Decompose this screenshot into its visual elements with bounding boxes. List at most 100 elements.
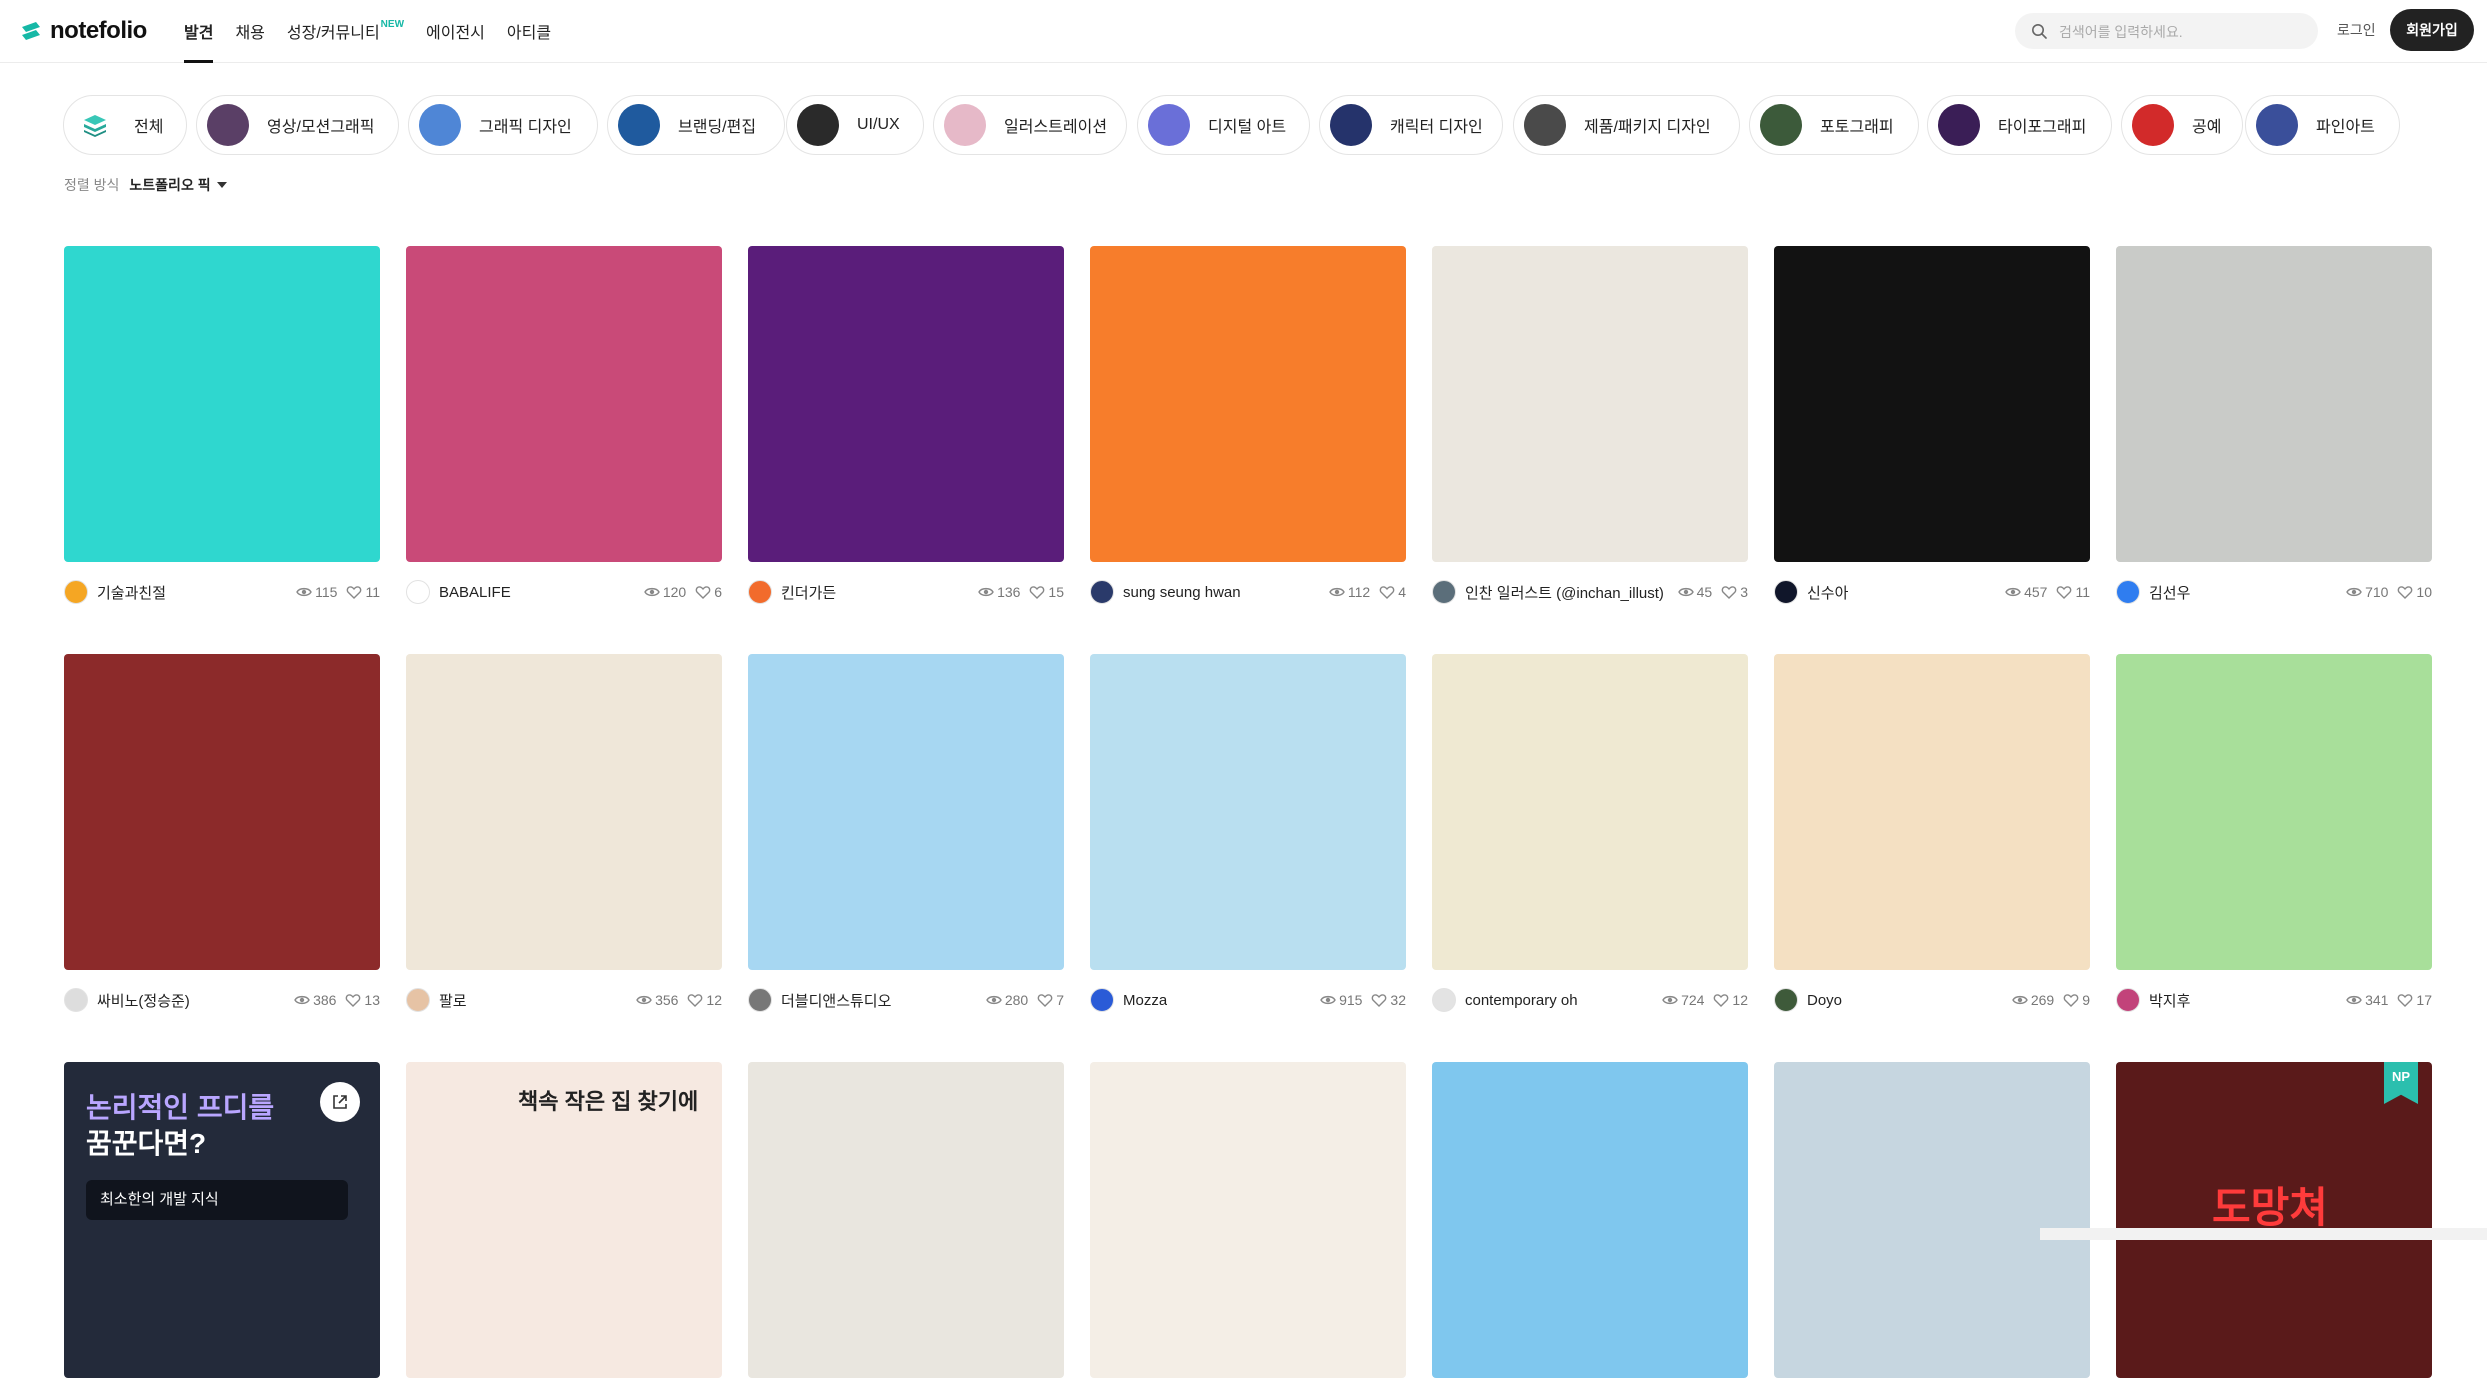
project-card[interactable]: 기술과친절 115 11: [64, 246, 380, 606]
project-thumbnail[interactable]: [2116, 654, 2432, 970]
avatar[interactable]: [1090, 988, 1114, 1012]
nav-item-agency[interactable]: 에이전시: [426, 0, 485, 62]
avatar[interactable]: [1432, 988, 1456, 1012]
category-chip[interactable]: 타이포그래피: [1927, 95, 2112, 155]
project-card[interactable]: [748, 1062, 1064, 1378]
heart-icon[interactable]: [1379, 584, 1395, 600]
category-chip[interactable]: 디지털 아트: [1137, 95, 1310, 155]
project-thumbnail[interactable]: [1090, 1062, 1406, 1378]
avatar[interactable]: [1090, 580, 1114, 604]
category-chip[interactable]: 캐릭터 디자인: [1319, 95, 1503, 155]
category-chip[interactable]: 일러스트레이션: [933, 95, 1127, 155]
category-chip-all[interactable]: 전체: [63, 95, 187, 155]
heart-icon[interactable]: [1371, 992, 1387, 1008]
project-thumbnail[interactable]: [748, 246, 1064, 562]
author-name[interactable]: 싸비노(정승준): [97, 990, 190, 1011]
heart-icon[interactable]: [2397, 584, 2413, 600]
author-name[interactable]: BABALIFE: [439, 584, 511, 601]
author-name[interactable]: 더블디앤스튜디오: [781, 990, 891, 1011]
project-card[interactable]: 싸비노(정승준) 386 13: [64, 654, 380, 1014]
project-thumbnail[interactable]: [406, 654, 722, 970]
project-card[interactable]: 책속 작은 집 찾기에: [406, 1062, 722, 1378]
project-thumbnail[interactable]: NP 도망쳐: [2116, 1062, 2432, 1378]
project-card[interactable]: 킨더가든 136 15: [748, 246, 1064, 606]
project-thumbnail[interactable]: 책속 작은 집 찾기에: [406, 1062, 722, 1378]
project-card[interactable]: sung seung hwan 112 4: [1090, 246, 1406, 606]
author-name[interactable]: contemporary oh: [1465, 992, 1578, 1009]
heart-icon[interactable]: [345, 992, 361, 1008]
project-thumbnail[interactable]: [748, 654, 1064, 970]
heart-icon[interactable]: [2397, 992, 2413, 1008]
project-card[interactable]: BABALIFE 120 6: [406, 246, 722, 606]
author-name[interactable]: 킨더가든: [781, 582, 836, 603]
nav-item-discover[interactable]: 발견: [184, 0, 214, 63]
heart-icon[interactable]: [346, 584, 362, 600]
search-input[interactable]: [2057, 13, 2301, 51]
project-card[interactable]: Doyo 269 9: [1774, 654, 2090, 1014]
avatar[interactable]: [748, 988, 772, 1012]
author-name[interactable]: 팔로: [439, 990, 467, 1011]
project-card[interactable]: 논리적인 프디를 꿈꾼다면? 최소한의 개발 지식: [64, 1062, 380, 1378]
project-thumbnail[interactable]: [1432, 1062, 1748, 1378]
nav-item-jobs[interactable]: 채용: [235, 0, 264, 62]
project-card[interactable]: NP 도망쳐: [2116, 1062, 2432, 1378]
heart-icon[interactable]: [687, 992, 703, 1008]
project-card[interactable]: Mozza 915 32: [1090, 654, 1406, 1014]
signup-button[interactable]: 회원가입: [2390, 9, 2474, 51]
category-chip[interactable]: 포토그래피: [1749, 95, 1919, 155]
project-card[interactable]: 김선우 710 10: [2116, 246, 2432, 606]
project-thumbnail[interactable]: [1090, 246, 1406, 562]
heart-icon[interactable]: [695, 584, 711, 600]
project-thumbnail[interactable]: [1432, 654, 1748, 970]
avatar[interactable]: [1774, 580, 1798, 604]
project-thumbnail[interactable]: [1432, 246, 1748, 562]
heart-icon[interactable]: [1721, 584, 1737, 600]
author-name[interactable]: 인찬 일러스트 (@inchan_illust): [1465, 582, 1664, 603]
author-name[interactable]: Mozza: [1123, 992, 1167, 1009]
heart-icon[interactable]: [1713, 992, 1729, 1008]
avatar[interactable]: [2116, 580, 2140, 604]
chevron-down-icon[interactable]: [216, 182, 227, 188]
author-name[interactable]: Doyo: [1807, 992, 1842, 1009]
project-thumbnail[interactable]: [1774, 654, 2090, 970]
login-link[interactable]: 로그인: [2337, 20, 2376, 40]
heart-icon[interactable]: [1037, 992, 1053, 1008]
project-card[interactable]: 인찬 일러스트 (@inchan_illust) 45 3: [1432, 246, 1748, 606]
project-card[interactable]: [1090, 1062, 1406, 1378]
project-card[interactable]: [1774, 1062, 2090, 1378]
author-name[interactable]: 김선우: [2149, 582, 2190, 603]
nav-item-articles[interactable]: 아티클: [507, 0, 551, 62]
project-card[interactable]: [1432, 1062, 1748, 1378]
project-thumbnail[interactable]: [748, 1062, 1064, 1378]
category-chip[interactable]: 브랜딩/편집: [607, 95, 785, 155]
project-thumbnail[interactable]: [1090, 654, 1406, 970]
project-thumbnail[interactable]: [1774, 246, 2090, 562]
project-thumbnail[interactable]: [64, 654, 380, 970]
project-card[interactable]: contemporary oh 724 12: [1432, 654, 1748, 1014]
project-thumbnail[interactable]: [2116, 246, 2432, 562]
sort-dropdown[interactable]: 노트폴리오 픽: [129, 175, 210, 195]
avatar[interactable]: [2116, 988, 2140, 1012]
avatar[interactable]: [1774, 988, 1798, 1012]
category-chip[interactable]: 제품/패키지 디자인: [1513, 95, 1740, 155]
avatar[interactable]: [406, 988, 430, 1012]
external-link-icon[interactable]: [320, 1082, 360, 1122]
author-name[interactable]: 기술과친절: [97, 582, 166, 603]
avatar[interactable]: [64, 580, 88, 604]
project-card[interactable]: 박지후 341 17: [2116, 654, 2432, 1014]
category-chip[interactable]: UI/UX: [786, 95, 924, 155]
heart-icon[interactable]: [1029, 584, 1045, 600]
project-card[interactable]: 신수아 457 11: [1774, 246, 2090, 606]
author-name[interactable]: sung seung hwan: [1123, 584, 1241, 601]
avatar[interactable]: [748, 580, 772, 604]
project-thumbnail[interactable]: 논리적인 프디를 꿈꾼다면? 최소한의 개발 지식: [64, 1062, 380, 1378]
project-card[interactable]: 팔로 356 12: [406, 654, 722, 1014]
heart-icon[interactable]: [2063, 992, 2079, 1008]
category-chip[interactable]: 공예: [2121, 95, 2243, 155]
project-card[interactable]: 더블디앤스튜디오 280 7: [748, 654, 1064, 1014]
author-name[interactable]: 신수아: [1807, 582, 1848, 603]
author-name[interactable]: 박지후: [2149, 990, 2190, 1011]
horizontal-scrollbar[interactable]: [2040, 1228, 2487, 1240]
logo[interactable]: notefolio: [20, 16, 147, 46]
category-chip[interactable]: 그래픽 디자인: [408, 95, 598, 155]
